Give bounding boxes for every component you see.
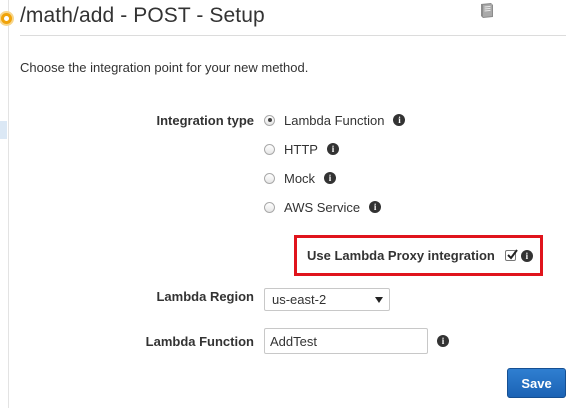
lambda-region-select[interactable]: us-east-2 <box>264 288 390 311</box>
book-icon[interactable] <box>477 1 497 21</box>
lambda-function-value: AddTest <box>270 333 317 349</box>
info-icon[interactable]: i <box>324 172 337 184</box>
step-rail <box>0 0 12 408</box>
option-mock[interactable]: Mock i <box>264 169 337 187</box>
info-icon[interactable]: i <box>520 249 533 262</box>
lambda-region-label: Lambda Region <box>156 289 254 304</box>
step-indicator-icon <box>1 13 12 24</box>
lambda-proxy-highlight: Use Lambda Proxy integration i <box>294 235 543 276</box>
lambda-function-input[interactable]: AddTest <box>264 328 428 354</box>
page-title: /math/add - POST - Setup <box>20 4 265 27</box>
save-button[interactable]: Save <box>507 368 566 398</box>
lambda-proxy-label: Use Lambda Proxy integration <box>307 248 495 263</box>
radio-lambda-function[interactable] <box>264 114 275 126</box>
lambda-region-value: us-east-2 <box>272 292 327 307</box>
step-rail-line <box>8 0 9 408</box>
option-label: Lambda Function <box>284 112 385 128</box>
radio-mock[interactable] <box>264 172 275 184</box>
lambda-function-label: Lambda Function <box>145 334 254 349</box>
option-aws-service[interactable]: AWS Service i <box>264 198 382 216</box>
step-rail-marker <box>0 121 7 139</box>
info-icon[interactable]: i <box>326 143 339 155</box>
lambda-proxy-checkbox[interactable] <box>504 249 518 261</box>
integration-type-label: Integration type <box>156 113 254 128</box>
info-icon[interactable]: i <box>393 114 406 126</box>
caret-down-icon <box>375 297 383 303</box>
option-lambda-function[interactable]: Lambda Function i <box>264 111 406 129</box>
intro-text: Choose the integration point for your ne… <box>20 60 309 75</box>
info-icon[interactable]: i <box>369 201 382 213</box>
radio-http[interactable] <box>264 143 275 155</box>
header-divider <box>20 35 566 36</box>
checkmark-icon <box>507 249 518 260</box>
radio-aws-service[interactable] <box>264 201 275 213</box>
info-icon[interactable]: i <box>437 335 449 347</box>
option-http[interactable]: HTTP i <box>264 140 339 158</box>
option-label: AWS Service <box>284 199 361 215</box>
option-label: Mock <box>284 170 316 186</box>
option-label: HTTP <box>284 141 318 157</box>
